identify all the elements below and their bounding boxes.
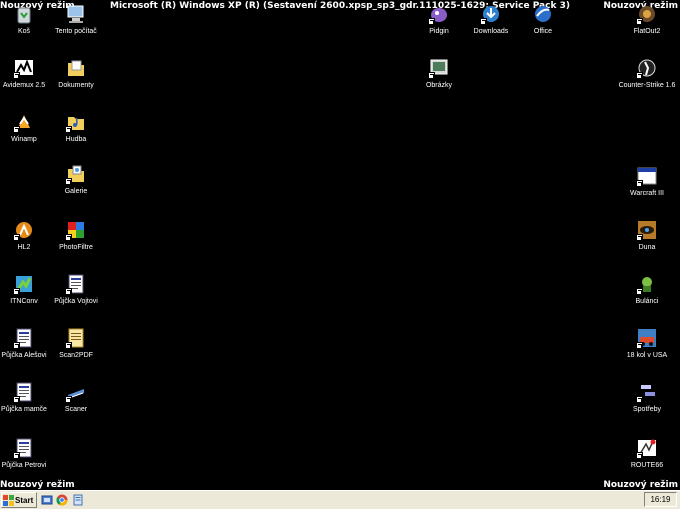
desktop-icon-label: 18 kol v USA (626, 352, 668, 359)
shortcut-arrow-icon (636, 342, 643, 349)
shortcut-arrow-icon (13, 342, 20, 349)
spotreby-icon (636, 382, 657, 403)
warcraft-window-icon (636, 166, 657, 187)
desktop-icon-my-computer[interactable]: Tento počítač (44, 2, 108, 46)
start-button-label: Start (15, 495, 34, 505)
shortcut-arrow-icon (428, 72, 435, 79)
desktop-icon-label: Půjčka Vojtovi (54, 298, 98, 305)
itnconv-icon (13, 274, 34, 295)
shortcut-arrow-icon (65, 396, 72, 403)
desktop-icon-label: FlatOut2 (633, 28, 661, 35)
desktop-icon-label: Hudba (65, 136, 87, 143)
shortcut-arrow-icon (13, 396, 20, 403)
desktop-icon-label: Counter-Strike 1.6 (618, 82, 676, 89)
desktop-icon-route66[interactable]: ROUTE66 (615, 436, 679, 480)
desktop-icon-label: PhotoFiltre (59, 244, 93, 251)
document-icon (65, 274, 86, 295)
avidemux-icon (13, 58, 34, 79)
desktop-icon-gallery[interactable]: Galerie (44, 162, 108, 206)
shortcut-arrow-icon (636, 452, 643, 459)
counter-strike-icon (636, 58, 657, 79)
desktop-icon-scaner[interactable]: Scaner (44, 380, 108, 424)
shortcut-arrow-icon (65, 126, 72, 133)
desktop-icon-label: Scaner (64, 406, 88, 413)
taskbar: Start 16:19 (0, 490, 680, 509)
recycle-bin-icon (14, 4, 34, 24)
flatout-icon (636, 4, 657, 25)
desktop-icon-label: ROUTE66 (630, 462, 664, 469)
desktop-icon-label: Půjčka Petrovi (1, 462, 47, 469)
scanner-icon (65, 382, 86, 403)
start-button[interactable]: Start (1, 492, 37, 508)
desktop-icon-music[interactable]: Hudba (44, 110, 108, 154)
music-folder-icon (65, 112, 86, 133)
shortcut-arrow-icon (480, 18, 487, 25)
computer-icon (66, 4, 86, 24)
desktop-icon-label: Bulánci (635, 298, 659, 305)
desktop-icon-scan2pdf[interactable]: Scan2PDF (44, 326, 108, 370)
desktop-icon-warcraft[interactable]: Warcraft III (615, 164, 679, 208)
desktop-icon-loan-petr[interactable]: Půjčka Petrovi (0, 436, 56, 480)
shortcut-arrow-icon (65, 234, 72, 241)
shortcut-arrow-icon (13, 72, 20, 79)
winamp-icon (13, 112, 34, 133)
desktop-icon-pictures[interactable]: Obrázky (407, 56, 471, 100)
truck-game-icon (636, 328, 657, 349)
gallery-folder-icon (65, 164, 86, 185)
chrome-browser-icon[interactable] (56, 494, 68, 506)
desktop-icon-flatout2[interactable]: FlatOut2 (615, 2, 679, 46)
scan2pdf-icon (65, 328, 86, 349)
downloads-folder-icon (480, 4, 501, 25)
shortcut-arrow-icon (636, 288, 643, 295)
half-life-icon (13, 220, 34, 241)
desktop-icon-documents[interactable]: Dokumenty (44, 56, 108, 100)
notepad-icon[interactable] (72, 494, 84, 506)
pidgin-icon (428, 4, 449, 25)
route66-icon (636, 438, 657, 459)
desktop-icon-photofiltre[interactable]: PhotoFiltre (44, 218, 108, 262)
show-desktop-icon[interactable] (41, 494, 53, 506)
desktop-icon-label: Scan2PDF (59, 352, 93, 359)
shortcut-arrow-icon (636, 396, 643, 403)
documents-folder-icon (66, 58, 86, 78)
desktop-icon-spotreby[interactable]: Spotřeby (615, 380, 679, 424)
desktop-icon-counter-strike[interactable]: Counter-Strike 1.6 (615, 56, 679, 100)
photofiltre-icon (65, 220, 86, 241)
shortcut-arrow-icon (428, 18, 435, 25)
desktop-icon-label: Galerie (64, 188, 88, 195)
document-icon (13, 382, 34, 403)
desktop-icon-label: Office (533, 28, 553, 35)
shortcut-arrow-icon (636, 234, 643, 241)
shortcut-arrow-icon (65, 288, 72, 295)
desktop-icon-label: Dokumenty (58, 82, 94, 89)
desktop-icon-18-wheels[interactable]: 18 kol v USA (615, 326, 679, 370)
desktop-icon-label: Tento počítač (55, 28, 97, 35)
desktop-icon-bulanci[interactable]: Bulánci (615, 272, 679, 316)
dune-icon (636, 220, 657, 241)
desktop-icon-office[interactable]: Office (511, 2, 575, 46)
shortcut-arrow-icon (636, 180, 643, 187)
desktop-icon-label: Spotřeby (632, 406, 662, 413)
system-tray-clock[interactable]: 16:19 (644, 492, 677, 507)
desktop-icon-label: Warcraft III (630, 190, 664, 197)
windows-logo-icon (3, 494, 14, 506)
shortcut-arrow-icon (13, 126, 20, 133)
shortcut-arrow-icon (65, 178, 72, 185)
shortcut-arrow-icon (636, 18, 643, 25)
shortcut-arrow-icon (13, 288, 20, 295)
clock-time: 16:19 (650, 495, 671, 504)
desktop-icon-duna[interactable]: Duna (615, 218, 679, 262)
desktop-icon-label: Duna (638, 244, 656, 251)
desktop-icon-loan-vojta[interactable]: Půjčka Vojtovi (44, 272, 108, 316)
shortcut-arrow-icon (65, 342, 72, 349)
document-icon (13, 438, 34, 459)
pictures-icon (428, 58, 449, 79)
shortcut-arrow-icon (636, 72, 643, 79)
office-icon (533, 4, 553, 24)
shortcut-arrow-icon (13, 452, 20, 459)
document-icon (13, 328, 34, 349)
desktop-icon-label: Obrázky (425, 82, 453, 89)
bulanci-icon (636, 274, 657, 295)
shortcut-arrow-icon (13, 234, 20, 241)
